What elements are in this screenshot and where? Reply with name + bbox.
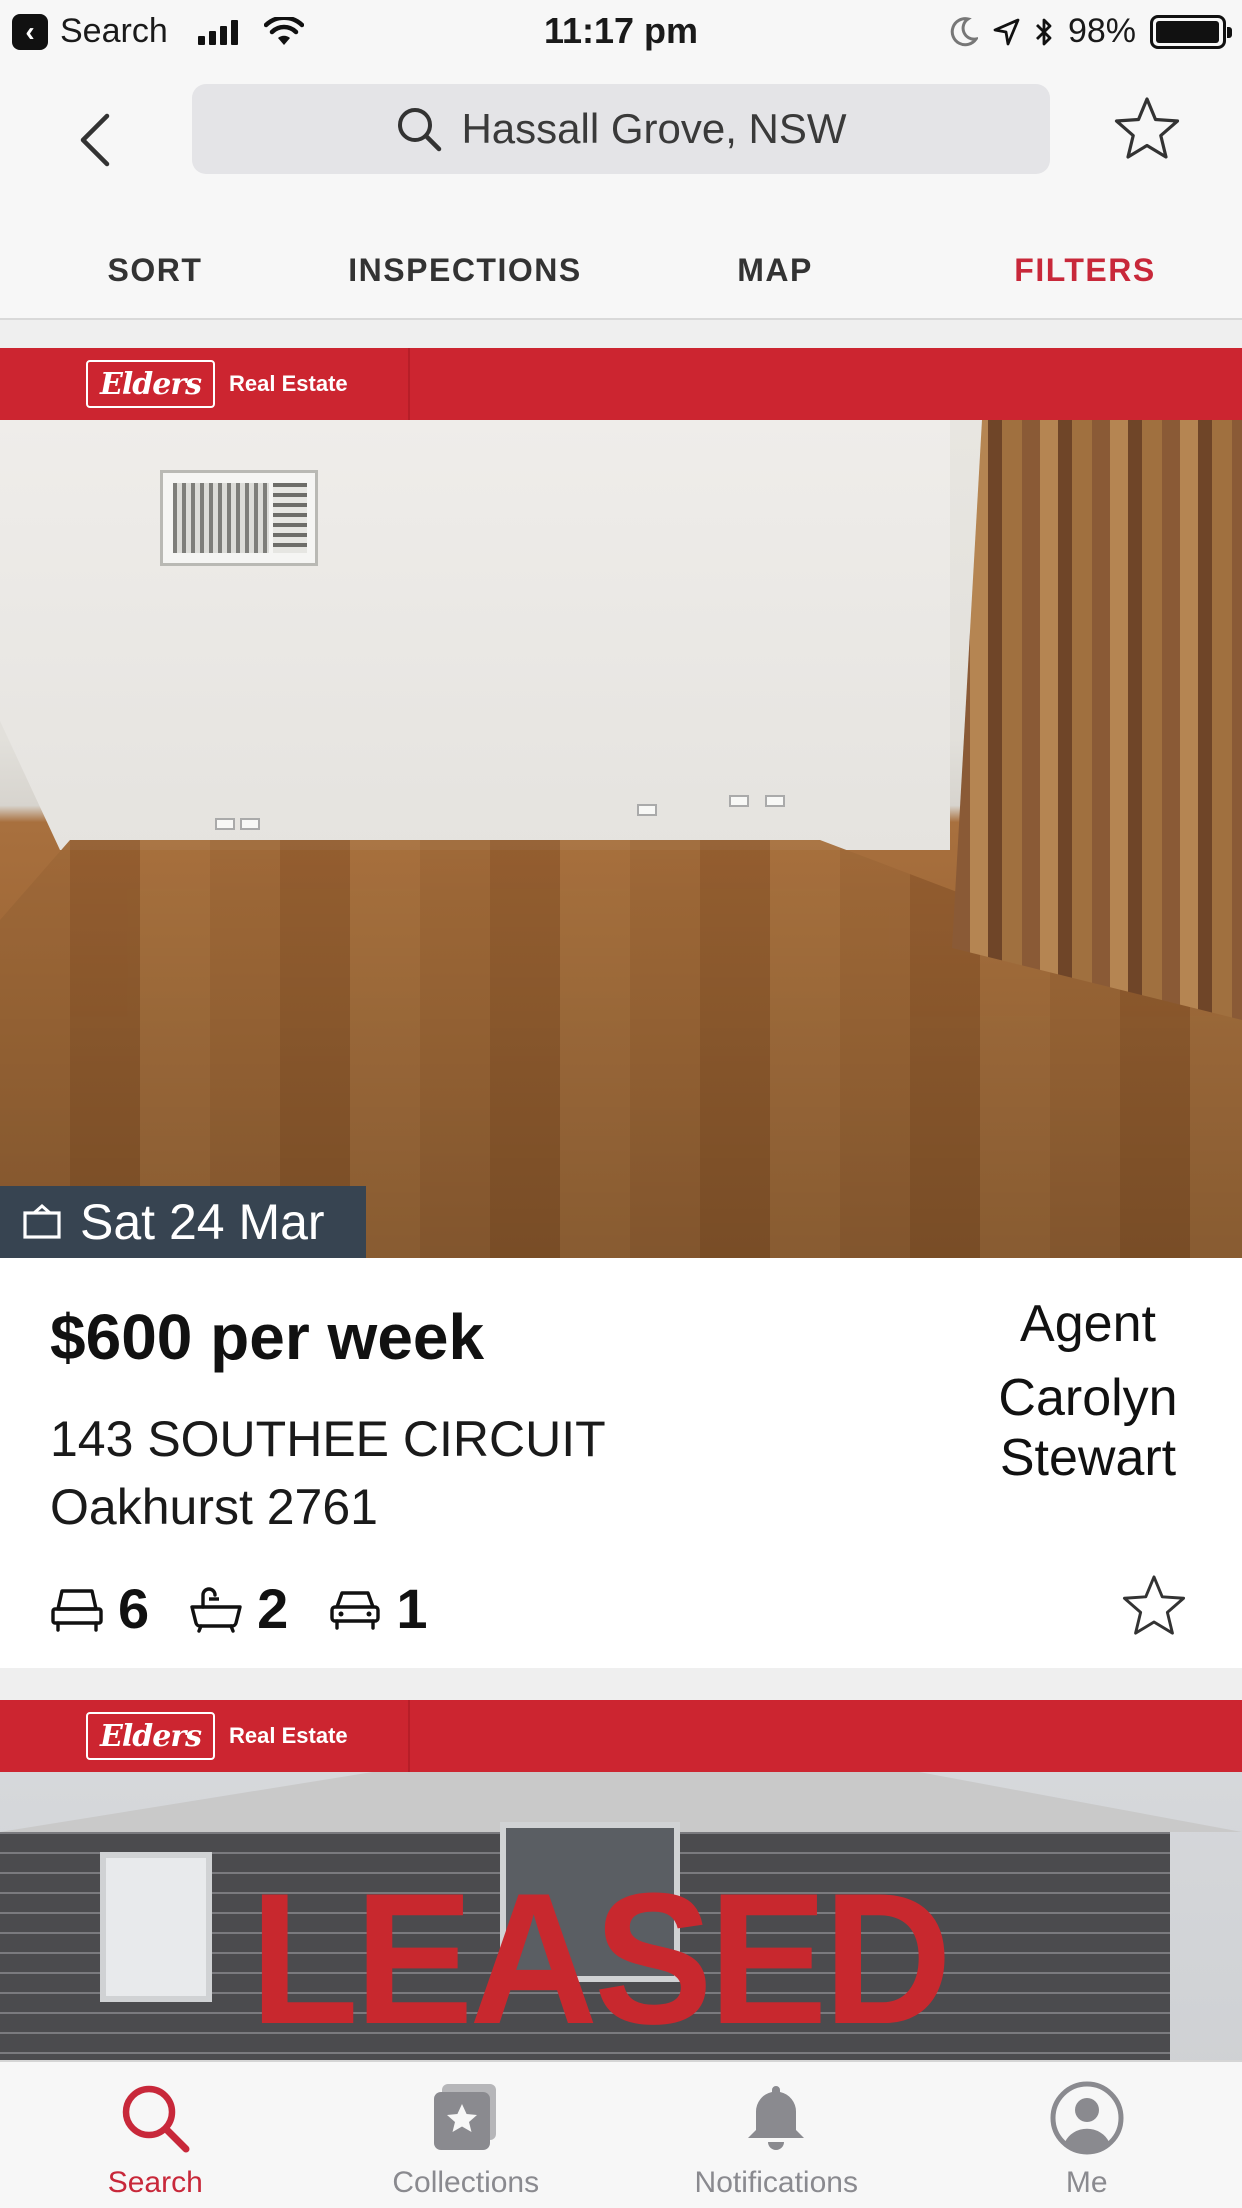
tab-map[interactable]: MAP	[620, 230, 930, 310]
agent-role: Agent	[1020, 1295, 1156, 1353]
battery-percent: 98%	[1067, 12, 1136, 50]
calendar-icon	[23, 1204, 61, 1239]
photo-outlet	[215, 818, 235, 830]
tab-bar-collections-label: Collections	[392, 2166, 540, 2199]
listing-photo[interactable]: Sat 24 Mar	[0, 420, 1242, 1258]
photo-outlet	[240, 818, 260, 830]
agent-info[interactable]: Agent Carolyn Stewart	[978, 1294, 1198, 1488]
photo-wall	[0, 420, 950, 850]
tab-bar-search-label: Search	[107, 2166, 203, 2199]
search-options-tabs: SORT INSPECTIONS MAP FILTERS	[0, 230, 1242, 310]
photo-outlet	[765, 795, 785, 807]
battery-icon	[1150, 14, 1232, 49]
tab-filters[interactable]: FILTERS	[930, 230, 1240, 310]
bell-icon	[748, 2086, 805, 2150]
bluetooth-icon	[1035, 18, 1052, 45]
agent-name: Carolyn Stewart	[998, 1369, 1178, 1487]
photo-outlet	[729, 795, 749, 807]
status-bar: ‹ Search 11:17 pm 98%	[0, 0, 1242, 62]
address-street: 143 SOUTHEE CIRCUIT	[50, 1411, 606, 1467]
tab-inspections[interactable]: INSPECTIONS	[310, 230, 620, 310]
bedrooms-count: 6	[118, 1577, 150, 1640]
tab-bar-search[interactable]: Search	[0, 2062, 311, 2208]
photo-air-conditioner	[160, 470, 318, 566]
listing-details: $600 per week 143 SOUTHEE CIRCUIT Oakhur…	[0, 1258, 1242, 1666]
agency-divider	[407, 348, 410, 420]
tab-bar-me[interactable]: Me	[932, 2062, 1242, 2208]
star-outline-icon	[1114, 97, 1180, 159]
listing-card[interactable]: Elders Real Estate Sat 24 Mar $600 per w…	[0, 348, 1242, 1668]
collections-icon	[433, 2084, 496, 2150]
agency-divider	[407, 1700, 410, 1772]
bed-icon	[51, 1588, 103, 1632]
tab-sort[interactable]: SORT	[0, 230, 310, 310]
search-icon	[123, 2085, 190, 2153]
status-right: 98%	[950, 12, 1232, 51]
person-icon	[1050, 2081, 1124, 2155]
listing-photo[interactable]: LEASED	[0, 1772, 1242, 2072]
inspection-date: Sat 24 Mar	[80, 1194, 325, 1250]
agency-name: Real Estate	[229, 371, 348, 396]
inspection-date-badge: Sat 24 Mar	[0, 1186, 366, 1258]
photo-curtain	[952, 420, 1242, 1020]
tab-bar-collections[interactable]: Collections	[311, 2062, 622, 2208]
agency-banner: Elders Real Estate	[0, 348, 1242, 420]
listing-price: $600 per week	[50, 1301, 485, 1373]
search-icon	[398, 108, 442, 152]
location-search-field[interactable]: Hassall Grove, NSW	[192, 84, 1050, 174]
agency-logo: Elders	[86, 1712, 216, 1760]
parking-count: 1	[396, 1577, 428, 1640]
location-arrow-icon	[993, 18, 1020, 45]
favourite-button[interactable]	[1114, 1566, 1194, 1646]
agency-name: Real Estate	[229, 1723, 348, 1748]
photo-window	[100, 1852, 212, 2002]
save-search-button[interactable]	[1110, 90, 1184, 168]
back-button[interactable]	[60, 100, 130, 180]
bathrooms-feature: 2	[189, 1576, 288, 1641]
address-suburb: Oakhurst 2761	[50, 1479, 378, 1535]
bottom-tab-bar: Search Collections Notifications Me	[0, 2060, 1242, 2208]
car-icon	[330, 1590, 381, 1630]
bedrooms-feature: 6	[50, 1576, 149, 1641]
bathrooms-count: 2	[257, 1577, 289, 1640]
photo-outlet	[637, 804, 657, 816]
star-outline-icon	[1122, 1575, 1186, 1635]
moon-icon	[950, 16, 978, 46]
navigation-bar: Hassall Grove, NSW SORT INSPECTIONS MAP …	[0, 62, 1242, 320]
property-features: 6 2 1	[50, 1576, 427, 1641]
battery-level	[1156, 20, 1219, 43]
agency-banner: Elders Real Estate	[0, 1700, 1242, 1772]
agency-logo: Elders	[86, 360, 216, 408]
search-query: Hassall Grove, NSW	[461, 105, 847, 152]
tab-bar-notifications[interactable]: Notifications	[621, 2062, 932, 2208]
bathtub-icon	[190, 1586, 242, 1633]
leased-overlay: LEASED	[250, 1854, 952, 2063]
tab-bar-me-label: Me	[1065, 2166, 1108, 2199]
parking-feature: 1	[328, 1576, 427, 1641]
chevron-left-icon	[80, 113, 110, 167]
tab-bar-notifications-label: Notifications	[694, 2166, 858, 2199]
